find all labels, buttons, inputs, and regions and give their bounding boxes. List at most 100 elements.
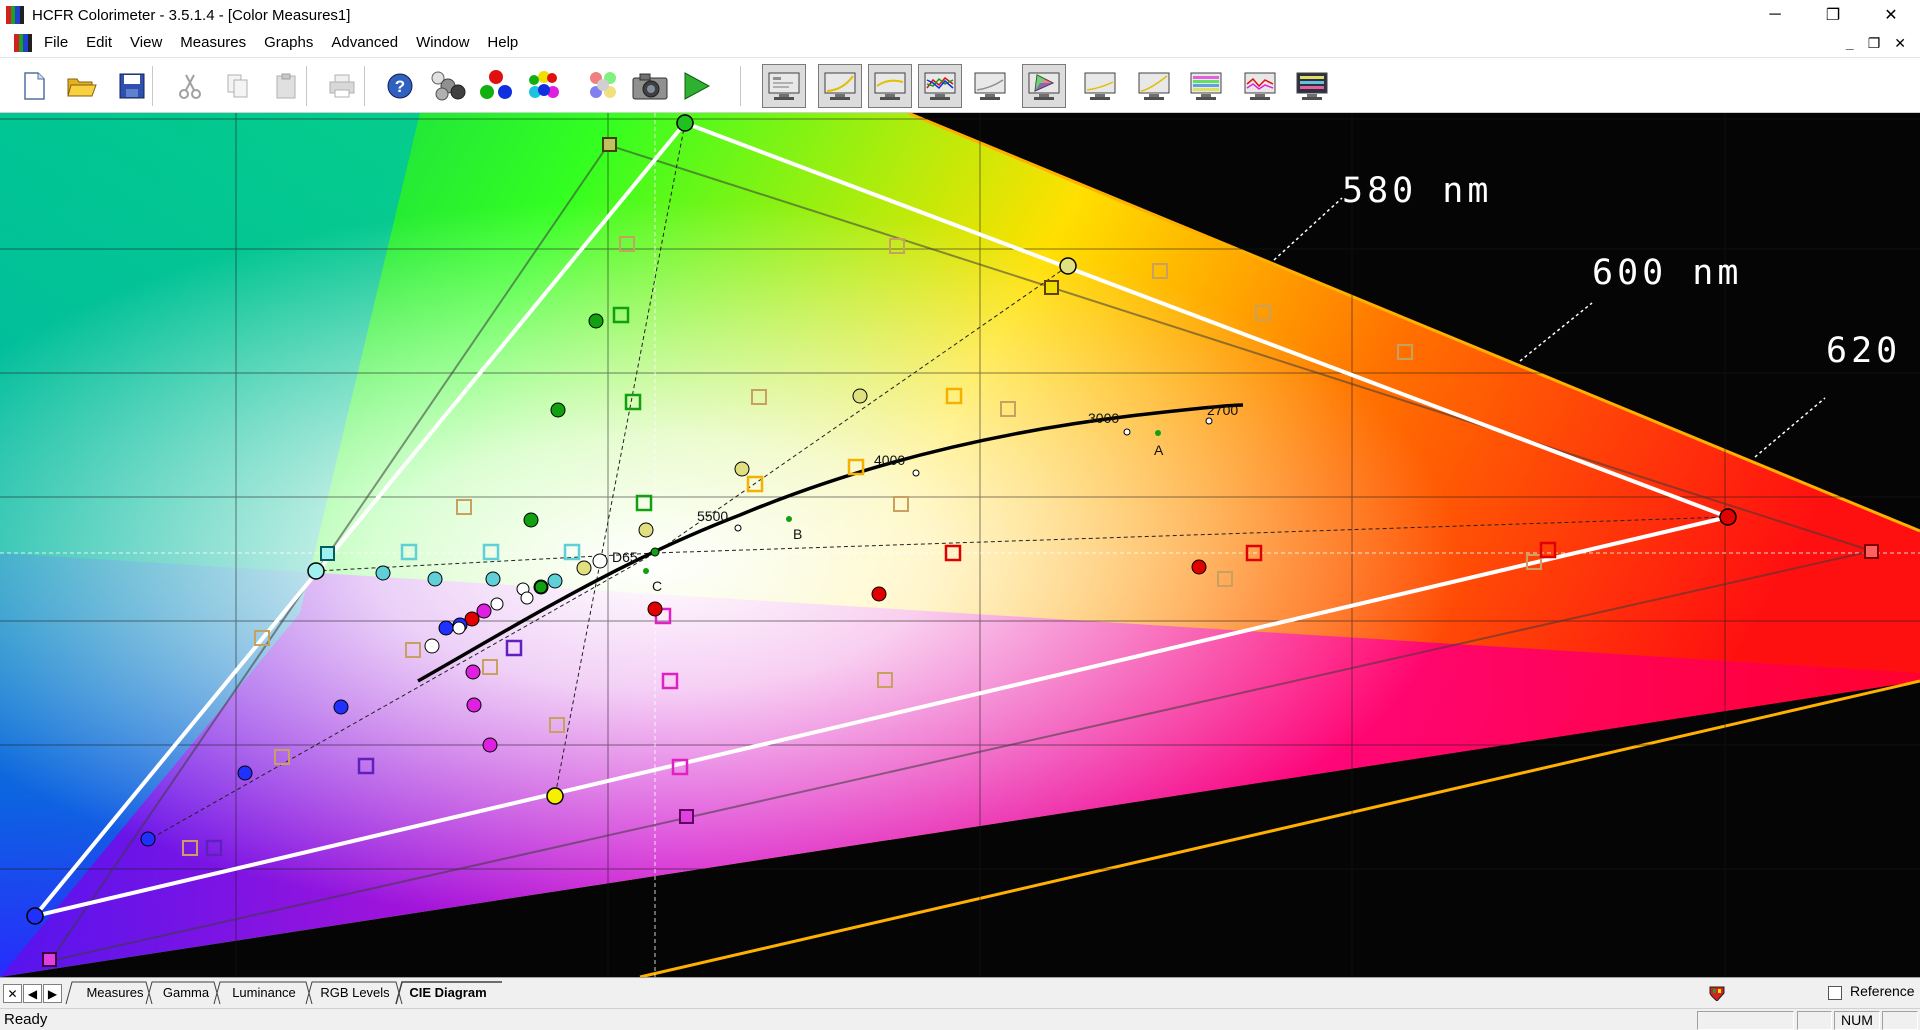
mdi-minimize-button[interactable]: _ xyxy=(1846,35,1854,51)
wavelength-label-620: 620 xyxy=(1826,331,1902,371)
view-saturation-shift-button[interactable] xyxy=(1184,64,1228,108)
white-point-label-c: C xyxy=(652,578,662,594)
view-gamma-button[interactable] xyxy=(818,64,862,108)
print-button[interactable] xyxy=(320,64,364,108)
new-document-icon xyxy=(20,70,48,102)
wavelength-label-600: 600 nm xyxy=(1592,253,1743,293)
hcfr-app-icon[interactable] xyxy=(6,6,24,24)
cie-diagram-view[interactable]: 5500 4000 3000 2700 D65 A B C 580 nm 600… xyxy=(0,113,1920,977)
view-luminance-button[interactable] xyxy=(868,64,912,108)
monitor-free-measures-icon xyxy=(1295,70,1329,102)
measure-secondaries-button[interactable] xyxy=(522,64,566,108)
view-color-comparator-button[interactable] xyxy=(1238,64,1282,108)
save-button[interactable] xyxy=(110,64,154,108)
title-bar: HCFR Colorimeter - 3.5.1.4 - [Color Meas… xyxy=(0,0,1920,30)
gray-spheres-icon xyxy=(428,68,468,104)
white-point-label-b: B xyxy=(793,526,802,542)
monitor-near-black-icon xyxy=(1137,70,1171,102)
menu-window[interactable]: Window xyxy=(410,30,481,56)
view-tab-bar: ✕ ◀ ▶ Measures Gamma Luminance RGB Level… xyxy=(0,977,1920,1008)
scissors-icon xyxy=(176,72,204,100)
minimize-button[interactable]: ─ xyxy=(1746,0,1804,30)
help-button[interactable]: ? xyxy=(378,64,422,108)
monitor-luminance-icon xyxy=(873,70,907,102)
measure-primaries-button[interactable] xyxy=(474,64,518,108)
window-title: HCFR Colorimeter - 3.5.1.4 - [Color Meas… xyxy=(32,6,351,24)
paste-button[interactable] xyxy=(264,64,308,108)
status-panel-num: NUM xyxy=(1834,1011,1880,1030)
run-button[interactable] xyxy=(674,64,718,108)
tab-luminance[interactable]: Luminance xyxy=(222,982,306,1004)
paste-icon xyxy=(272,72,300,100)
document-system-menu-icon[interactable] xyxy=(14,34,32,52)
menu-graphs[interactable]: Graphs xyxy=(258,30,325,56)
toolbar-separator xyxy=(364,66,366,106)
menu-bar: File Edit View Measures Graphs Advanced … xyxy=(0,30,1920,56)
tab-measures[interactable]: Measures xyxy=(80,982,150,1004)
cct-label-2700: 2700 xyxy=(1207,402,1238,418)
menu-measures[interactable]: Measures xyxy=(174,30,258,56)
cie-diagram-canvas: 5500 4000 3000 2700 D65 A B C xyxy=(0,113,1920,977)
next-tab-button[interactable]: ▶ xyxy=(43,984,62,1003)
play-icon xyxy=(680,70,712,102)
menu-file[interactable]: File xyxy=(38,30,80,56)
monitor-color-temp-icon xyxy=(973,70,1007,102)
saturation-spheres-icon xyxy=(584,68,624,104)
toolbar-separator xyxy=(740,66,742,106)
previous-tab-button[interactable]: ◀ xyxy=(23,984,42,1003)
copy-button[interactable] xyxy=(216,64,260,108)
status-panel-4 xyxy=(1882,1011,1918,1030)
camera-button[interactable] xyxy=(628,64,672,108)
cct-label-4000: 4000 xyxy=(874,452,905,468)
svg-text:?: ? xyxy=(395,77,405,96)
toolbar: ? xyxy=(0,57,1920,113)
view-free-measures-button[interactable] xyxy=(1290,64,1334,108)
tab-cie-diagram[interactable]: CIE Diagram xyxy=(402,982,494,1004)
status-bar: Ready NUM xyxy=(0,1008,1920,1030)
monitor-gamma-icon xyxy=(823,70,857,102)
view-delta-e-button[interactable] xyxy=(1078,64,1122,108)
open-folder-icon xyxy=(66,71,98,101)
open-folder-button[interactable] xyxy=(60,64,104,108)
view-color-temp-button[interactable] xyxy=(968,64,1012,108)
monitor-delta-e-icon xyxy=(1083,70,1117,102)
monitor-measures-icon xyxy=(767,70,801,102)
new-document-button[interactable] xyxy=(12,64,56,108)
menu-view[interactable]: View xyxy=(124,30,174,56)
status-text: Ready xyxy=(4,1011,48,1028)
tab-rgb-levels[interactable]: RGB Levels xyxy=(312,982,398,1004)
printer-icon xyxy=(327,72,357,100)
mdi-restore-button[interactable]: ❐ xyxy=(1868,35,1881,52)
white-point-label-d65: D65 xyxy=(612,549,638,565)
monitor-cie-icon xyxy=(1027,70,1061,102)
cct-label-5500: 5500 xyxy=(697,508,728,524)
monitor-rgb-levels-icon xyxy=(923,70,957,102)
restore-button[interactable]: ❐ xyxy=(1804,0,1862,30)
monitor-saturation-shift-icon xyxy=(1189,70,1223,102)
reference-checkbox[interactable] xyxy=(1828,986,1842,1000)
menu-help[interactable]: Help xyxy=(481,30,530,56)
close-tab-button[interactable]: ✕ xyxy=(3,984,22,1003)
view-measures-button[interactable] xyxy=(762,64,806,108)
secondary-spheres-icon xyxy=(524,68,564,104)
measure-gray-button[interactable] xyxy=(426,64,470,108)
tab-gamma[interactable]: Gamma xyxy=(156,982,216,1004)
camera-icon xyxy=(630,69,670,103)
status-panel-2 xyxy=(1797,1011,1832,1030)
white-point-label-a: A xyxy=(1154,442,1164,458)
mdi-close-button[interactable]: ✕ xyxy=(1894,35,1906,52)
reference-checkbox-label: Reference xyxy=(1850,983,1915,999)
view-near-black-button[interactable] xyxy=(1132,64,1176,108)
rgb-spheres-icon xyxy=(476,68,516,104)
monitor-comparator-icon xyxy=(1243,70,1277,102)
menu-edit[interactable]: Edit xyxy=(80,30,124,56)
view-cie-diagram-button[interactable] xyxy=(1022,64,1066,108)
close-button[interactable]: ✕ xyxy=(1862,0,1920,30)
help-icon: ? xyxy=(385,71,415,101)
measure-saturations-button[interactable] xyxy=(582,64,626,108)
menu-advanced[interactable]: Advanced xyxy=(325,30,410,56)
cct-label-3000: 3000 xyxy=(1088,410,1119,426)
shield-icon xyxy=(1709,986,1725,1001)
cut-button[interactable] xyxy=(168,64,212,108)
view-rgb-levels-button[interactable] xyxy=(918,64,962,108)
